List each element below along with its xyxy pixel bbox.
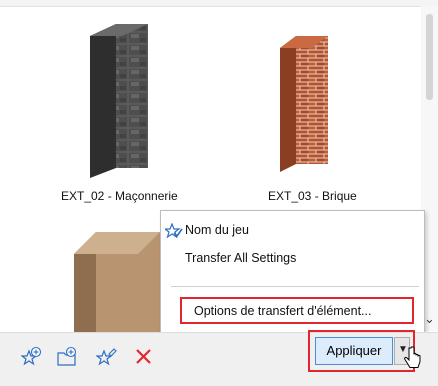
gallery-caption: EXT_02 - Maçonnerie: [61, 189, 178, 203]
apply-button[interactable]: Appliquer: [315, 337, 393, 365]
thumbnail-bois[interactable]: [74, 228, 164, 332]
thumbnail-maconnerie[interactable]: [88, 20, 158, 180]
menu-item-options-transfert[interactable]: Options de transfert d'élément...: [180, 297, 414, 324]
menu-item-nom-du-jeu[interactable]: Nom du jeu: [185, 223, 249, 237]
hand-cursor-icon: [404, 346, 421, 368]
folder-add-icon[interactable]: [56, 346, 78, 368]
delete-icon[interactable]: [133, 346, 155, 368]
star-check-icon: [165, 223, 183, 239]
favorites-panel: EXT_02 - Maçonnerie EXT_03 - Brique ⌄ No…: [0, 0, 438, 386]
menu-item-transfer-all-settings[interactable]: Transfer All Settings: [185, 251, 296, 265]
thumbnail-brique[interactable]: [276, 34, 336, 174]
context-menu: Nom du jeu Transfer All Settings Options…: [160, 210, 425, 335]
menu-separator: [171, 286, 419, 287]
star-edit-icon[interactable]: [96, 346, 118, 368]
menu-item-label: Options de transfert d'élément...: [194, 304, 372, 318]
gallery-caption: EXT_03 - Brique: [268, 189, 357, 203]
star-add-icon[interactable]: [21, 346, 43, 368]
scrollbar-thumb[interactable]: [426, 14, 433, 100]
panel-top-edge: [0, 0, 438, 7]
